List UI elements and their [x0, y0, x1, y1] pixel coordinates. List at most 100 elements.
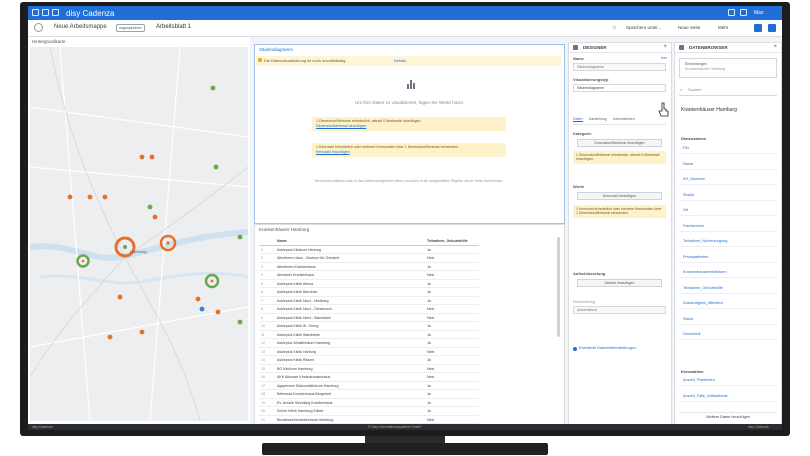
add-measure-link[interactable]: Kennzahl hinzufügen	[316, 150, 350, 154]
close-icon[interactable]: ×	[773, 44, 777, 50]
table-row[interactable]: 2 Albertinen-Haus - Zentrum für Geriatrie…	[259, 254, 479, 263]
dimension-field[interactable]: Fachbereich	[679, 222, 777, 232]
map-canvas[interactable]: Hamburg	[30, 47, 248, 421]
table-row[interactable]: 21 Bundeswehrkrankenhaus Hamburg Nein	[259, 416, 479, 424]
dimension-field[interactable]: Straße	[679, 191, 777, 201]
table-row[interactable]: 8 Asklepios Klinik Nord - Ochsenzoll Nein	[259, 305, 479, 314]
name-required: leer	[661, 56, 667, 60]
search-input[interactable]: Suchen	[688, 87, 702, 92]
measure-field[interactable]: Anzahl_Fälle_Vollstationär	[679, 392, 777, 402]
table-card[interactable]: Krankenhäuser Hamburg Name Teilnahme_Geb…	[254, 224, 565, 430]
table-row[interactable]: 4 Alexianer Krankenhaus Nein	[259, 271, 479, 280]
bookmark-icon[interactable]: □	[613, 25, 616, 30]
row-number: 3	[261, 264, 263, 269]
more-button[interactable]: Mehr	[718, 25, 728, 30]
table-row[interactable]: 5 Asklepios Klinik Altona Ja	[259, 280, 479, 288]
status-left: disy Cadenza	[32, 425, 53, 429]
dimensions-label: Dimensionen	[681, 136, 707, 141]
table-row[interactable]: 14 Asklepios Klinik Rissen Ja	[259, 356, 479, 365]
layout-icon[interactable]	[754, 24, 762, 32]
add-data-button[interactable]: Weitere Daten hinzufügen	[679, 412, 777, 422]
vis-type-select[interactable]: Säulendiagramm	[573, 84, 666, 92]
dimension-field-label: Zuständigkeit_öffentlich	[683, 301, 723, 305]
dimension-field[interactable]: Privatpatienten	[679, 253, 777, 263]
settings-icon[interactable]	[34, 23, 43, 32]
table-row[interactable]: 16 AKK Altonaer Kinderkrankenhaus Nein	[259, 373, 479, 382]
project-title: Neue Arbeitsmappe	[54, 24, 107, 30]
cell-flag: Ja	[427, 400, 431, 405]
table-row[interactable]: 7 Asklepios Klinik Nord - Heidberg Ja	[259, 297, 479, 305]
chart-card[interactable]: Säulendiagramm Die Datenvisualisierung i…	[254, 44, 565, 224]
tab-data[interactable]: Daten	[573, 117, 583, 122]
dimension-field[interactable]: Stand	[679, 315, 777, 325]
cell-name: Asklepios Klinik Nord - Wandsbek	[277, 315, 331, 320]
name-input[interactable]: Säulendiagramm	[573, 63, 666, 71]
share-icon[interactable]	[768, 24, 776, 32]
add-measure-button[interactable]: Kennzahl hinzufügen	[577, 192, 662, 200]
incomplete-warning: Die Datenvisualisierung ist noch unvolls…	[256, 56, 561, 66]
dimension-field[interactable]: Krankenhausbetriebsform	[679, 268, 777, 278]
table-row[interactable]: 3 Albertinen-Krankenhaus Ja	[259, 263, 479, 271]
row-number: 2	[261, 256, 263, 260]
warning-details-link[interactable]: Details	[394, 58, 406, 63]
table-scrollbar[interactable]	[557, 237, 560, 337]
table-row[interactable]: 10 Asklepios Klinik St. Georg Ja	[259, 322, 479, 331]
column-header-name[interactable]: Name	[277, 239, 287, 243]
table-row[interactable]: 9 Asklepios Klinik Nord - Wandsbek Nein	[259, 314, 479, 322]
cell-flag: Ja	[427, 264, 431, 269]
help-icon[interactable]	[740, 9, 747, 16]
row-number: 6	[261, 290, 263, 294]
table-row[interactable]: 12 Asklepios Westklinikum Hamburg Ja	[259, 339, 479, 348]
row-number: 11	[261, 332, 265, 337]
back-icon[interactable]	[32, 9, 39, 16]
chart-footnote: Sie können Attribute auch in das Datenma…	[314, 179, 504, 183]
cell-name: Asklepios Klinik Nord - Ochsenzoll	[277, 307, 332, 311]
dimension-field[interactable]: Zuständigkeit_öffentlich	[679, 299, 777, 309]
table-row[interactable]: 20 Schön Klinik Hamburg Eilbek Ja	[259, 407, 479, 416]
column-header-flag[interactable]: Teilnahme_Geburtshilfe	[427, 239, 468, 243]
data-source-card[interactable]: Einrichtungen Krankenhäuser Hamburg	[679, 58, 777, 78]
dimension-field[interactable]: Ort	[679, 206, 777, 216]
tab-info[interactable]: Informationen	[613, 117, 635, 121]
dimension-field[interactable]: Teilnahme_Geburtshilfe	[679, 284, 777, 294]
apps-icon[interactable]	[728, 9, 735, 16]
cell-name: Albertinen-Haus - Zentrum für Geriatrie	[277, 256, 340, 260]
sheet-selector[interactable]: Arbeitsblatt 1	[156, 24, 191, 30]
cell-flag: Ja	[427, 281, 431, 286]
table-row[interactable]: 13 Asklepios Klinik Harburg Nein	[259, 348, 479, 356]
dimension-field-label: Krankenhausbetriebsform	[683, 270, 727, 274]
menu-icon[interactable]	[42, 9, 49, 16]
dimension-field[interactable]: FID	[679, 144, 777, 154]
cell-name: Asklepios Klinik St. Georg	[277, 324, 319, 328]
advanced-settings-link[interactable]: Erweiterte Datenfeldeinstellungen	[579, 346, 636, 350]
user-menu[interactable]: Max	[754, 10, 763, 16]
search-field[interactable]: ⌕ Suchen	[679, 85, 777, 96]
table-row[interactable]: 15 BG Klinikum Hamburg Nein	[259, 365, 479, 373]
grid-icon[interactable]	[52, 9, 59, 16]
dimension-field[interactable]: Geometrie	[679, 330, 777, 340]
vis-type-label: Visualisierungstyp	[573, 77, 609, 82]
cell-flag: Ja	[427, 409, 431, 413]
cell-flag: Nein	[427, 315, 435, 320]
dimension-field-label: Fachbereich	[683, 223, 704, 228]
table-row[interactable]: 1 Asklepios Klinikum Harburg Ja	[259, 246, 479, 254]
table-row[interactable]: 19 Ev. Amalie Sieveking Krankenhaus Ja	[259, 399, 479, 407]
save-as-button[interactable]: Speichern unter...	[626, 25, 661, 30]
cell-name: Asklepios Klinik Nord - Heidberg	[277, 298, 329, 303]
dimension-field[interactable]: Name	[679, 160, 777, 170]
add-category-button[interactable]: Dimension/Merkmal hinzufügen	[577, 139, 662, 147]
table-row[interactable]: 6 Asklepios Klinik Barmbek Ja	[259, 288, 479, 297]
dimension-field[interactable]: KH_Nummer	[679, 175, 777, 185]
close-icon[interactable]: ×	[663, 44, 667, 50]
new-sheet-button[interactable]: Neue Seite	[678, 25, 700, 30]
table-row[interactable]: 17 Agaplesion Diakonieklinikum Hamburg Ja	[259, 382, 479, 390]
dimension-field[interactable]: Teilnahme_Notversorgung	[679, 237, 777, 247]
table-row[interactable]: 18 Bethesda Krankenhaus Bergedorf Ja	[259, 390, 479, 399]
row-number: 17	[261, 383, 265, 388]
tab-style[interactable]: Darstellung	[589, 117, 607, 121]
extra-select[interactable]: Automatisch	[573, 306, 666, 314]
add-dimension-link[interactable]: Dimension/Merkmal hinzufügen	[316, 124, 366, 128]
add-attribute-button[interactable]: Attribut hinzufügen	[577, 279, 662, 287]
measure-field[interactable]: Anzahl_Planbetten	[679, 376, 777, 386]
table-row[interactable]: 11 Asklepios Klinik Wandsbek Ja	[259, 331, 479, 339]
